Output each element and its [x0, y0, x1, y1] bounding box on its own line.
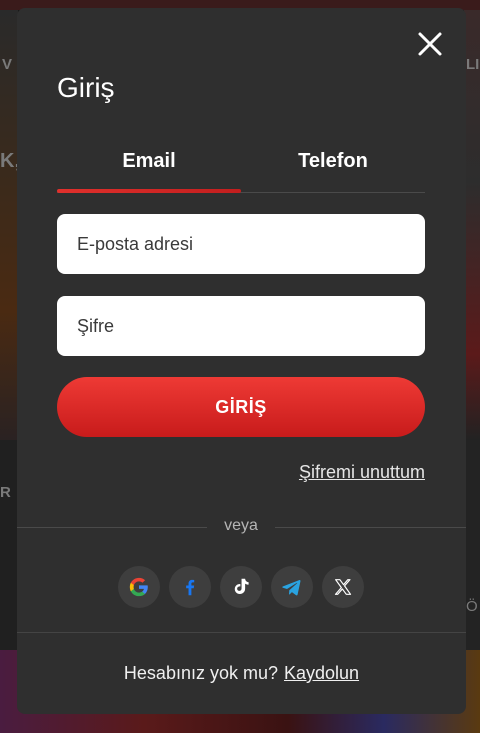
background-right-mid [464, 440, 480, 650]
tab-email[interactable]: Email [57, 144, 241, 192]
modal-footer: Hesabınız yok mu? Kaydolun [17, 632, 466, 714]
x-login-button[interactable] [322, 566, 364, 608]
x-icon [334, 579, 352, 595]
signup-question: Hesabınız yok mu? [123, 663, 278, 683]
telegram-icon [282, 580, 301, 596]
background-text: R [0, 484, 11, 501]
background-left-mid [0, 440, 18, 650]
active-tab-indicator [57, 189, 241, 193]
signup-link[interactable]: Kaydolun [284, 663, 359, 683]
facebook-login-button[interactable] [169, 566, 211, 608]
password-field[interactable] [57, 296, 425, 356]
social-login-buttons [118, 566, 364, 608]
tiktok-login-button[interactable] [220, 566, 262, 608]
background-text: LI [466, 56, 480, 73]
divider-line [275, 527, 466, 528]
tiktok-icon [234, 578, 249, 594]
login-method-tabs: Email Telefon [57, 144, 425, 193]
login-modal: Giriş Email Telefon GİRİŞ Şifremi unuttu… [17, 8, 466, 714]
forgot-password-link[interactable]: Şifremi unuttum [299, 462, 425, 483]
google-login-button[interactable] [118, 566, 160, 608]
background-text: V [2, 56, 13, 73]
close-icon [418, 32, 442, 56]
email-field[interactable] [57, 214, 425, 274]
tab-phone[interactable]: Telefon [241, 144, 425, 192]
divider-line [17, 527, 207, 528]
background-right-panel [464, 10, 480, 440]
login-button[interactable]: GİRİŞ [57, 377, 425, 437]
background-left-panel [0, 10, 18, 440]
signup-prompt: Hesabınız yok mu? Kaydolun [17, 663, 466, 684]
facebook-icon [186, 579, 195, 596]
close-button[interactable] [416, 30, 444, 58]
telegram-login-button[interactable] [271, 566, 313, 608]
google-icon [129, 577, 148, 597]
background-text: Ö [466, 598, 478, 615]
modal-title: Giriş [57, 72, 115, 103]
divider-text: veya [224, 517, 258, 534]
